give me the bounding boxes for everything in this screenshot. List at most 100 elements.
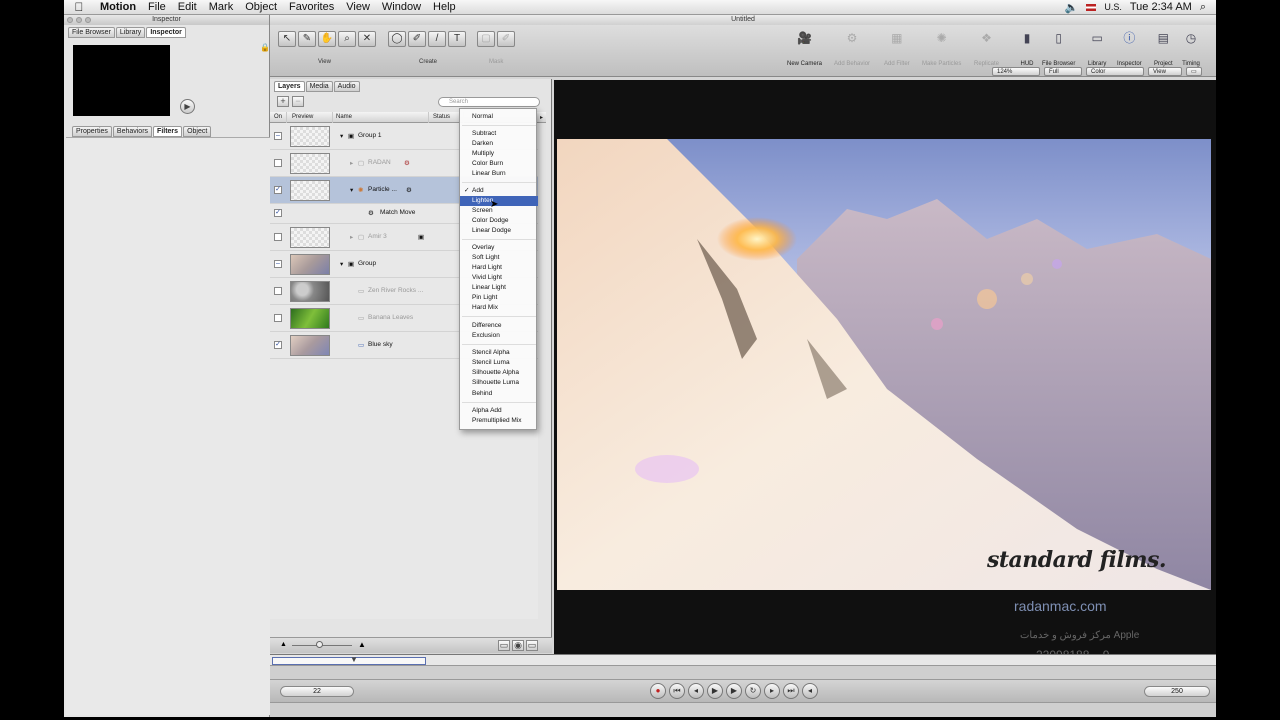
layer-name[interactable]: Group 1 bbox=[358, 132, 382, 139]
menu-object[interactable]: Object bbox=[239, 1, 283, 13]
layer-enable-checkbox[interactable] bbox=[274, 287, 282, 295]
tab-audio[interactable]: Audio bbox=[333, 81, 360, 92]
mask-rect-icon[interactable]: ▢ bbox=[477, 31, 495, 47]
tab-behaviors[interactable]: Behaviors bbox=[112, 126, 153, 137]
paint-tool-icon[interactable]: / bbox=[428, 31, 446, 47]
blend-screen[interactable]: Screen bbox=[460, 206, 538, 216]
tab-media[interactable]: Media bbox=[305, 81, 333, 92]
blend-color-burn[interactable]: Color Burn bbox=[460, 159, 538, 169]
blend-behind[interactable]: Behind bbox=[460, 389, 538, 399]
zoom-button[interactable] bbox=[85, 17, 91, 23]
step-forward-button[interactable]: ▸ bbox=[764, 683, 780, 699]
blend-alpha-add[interactable]: Alpha Add bbox=[460, 406, 538, 416]
layers-option-icon[interactable]: ▭ bbox=[526, 640, 538, 651]
close-button[interactable] bbox=[67, 17, 73, 23]
current-frame-field[interactable]: 22 bbox=[280, 686, 354, 697]
blend-linear-dodge[interactable]: Linear Dodge bbox=[460, 226, 538, 236]
tab-library[interactable]: Library bbox=[115, 27, 146, 38]
blend-stencil-alpha[interactable]: Stencil Alpha bbox=[460, 348, 538, 358]
blend-darken[interactable]: Darken bbox=[460, 139, 538, 149]
blend-pin-light[interactable]: Pin Light bbox=[460, 293, 538, 303]
resolution-popup[interactable]: Full bbox=[1044, 67, 1082, 76]
blend-vivid-light[interactable]: Vivid Light bbox=[460, 273, 538, 283]
zoom-popup[interactable]: 124% bbox=[992, 67, 1040, 76]
apple-menu-icon[interactable]:  bbox=[64, 0, 94, 14]
menu-file[interactable]: File bbox=[142, 1, 172, 13]
blend-hard-mix[interactable]: Hard Mix bbox=[460, 303, 538, 313]
blend-silhouette-alpha[interactable]: Silhouette Alpha bbox=[460, 368, 538, 378]
new-camera-button[interactable]: 🎥 New Camera bbox=[787, 29, 822, 67]
volume-icon[interactable]: 🔈 bbox=[1065, 1, 1079, 14]
input-source[interactable]: U.S. bbox=[1104, 2, 1122, 12]
menu-help[interactable]: Help bbox=[427, 1, 462, 13]
menu-edit[interactable]: Edit bbox=[172, 1, 203, 13]
menu-app[interactable]: Motion bbox=[94, 1, 142, 13]
minimize-button[interactable] bbox=[76, 17, 82, 23]
layout-popup-icon[interactable]: ▭ bbox=[1186, 67, 1202, 76]
add-behavior-button[interactable]: ⚙ Add Behavior bbox=[834, 29, 870, 67]
lock-icon[interactable]: 🔒 bbox=[260, 43, 270, 52]
layer-enable-checkbox[interactable] bbox=[274, 233, 282, 241]
blend-difference[interactable]: Difference bbox=[460, 321, 538, 331]
lock-icon[interactable]: ▣ bbox=[418, 233, 424, 241]
timing-button[interactable]: ◷ Timing bbox=[1182, 29, 1200, 67]
timeline-ruler[interactable]: ▼ bbox=[270, 655, 1216, 666]
remove-layer-button[interactable]: − bbox=[292, 96, 304, 107]
tab-object[interactable]: Object bbox=[183, 126, 212, 137]
layer-enable-checkbox[interactable]: ✓ bbox=[274, 341, 282, 349]
layer-name[interactable]: Particle ... bbox=[368, 186, 397, 193]
menu-favorites[interactable]: Favorites bbox=[283, 1, 340, 13]
col-preview[interactable]: Preview bbox=[292, 114, 313, 120]
blend-linear-light[interactable]: Linear Light bbox=[460, 283, 538, 293]
layer-enable-checkbox[interactable]: – bbox=[274, 132, 282, 140]
add-filter-button[interactable]: ▦ Add Filter bbox=[884, 29, 910, 67]
spotlight-icon[interactable]: ⌕ bbox=[1200, 1, 1206, 14]
preview-play-button[interactable]: ▶ bbox=[180, 99, 195, 114]
project-button[interactable]: ▤ Project bbox=[1154, 29, 1173, 67]
menu-window[interactable]: Window bbox=[376, 1, 427, 13]
blend-linear-burn[interactable]: Linear Burn bbox=[460, 169, 538, 179]
tab-properties[interactable]: Properties bbox=[72, 126, 112, 137]
blend-silhouette-luma[interactable]: Silhouette Luma bbox=[460, 378, 538, 388]
expand-columns-icon[interactable]: ▸ bbox=[540, 114, 543, 121]
layer-enable-checkbox[interactable]: – bbox=[274, 260, 282, 268]
hud-button[interactable]: ▮ HUD bbox=[1018, 29, 1036, 67]
blend-subtract[interactable]: Subtract bbox=[460, 129, 538, 139]
layer-enable-checkbox[interactable] bbox=[274, 314, 282, 322]
disclosure-triangle-icon[interactable]: ▾ bbox=[350, 186, 353, 194]
tab-layers[interactable]: Layers bbox=[274, 81, 305, 92]
layer-name[interactable]: Zen River Rocks ... bbox=[368, 287, 423, 294]
layer-name[interactable]: RADAN bbox=[368, 159, 391, 166]
go-to-start-button[interactable]: ⏮ bbox=[669, 683, 685, 699]
shape-tool-icon[interactable]: ◯ bbox=[388, 31, 406, 47]
zoom-tool-icon[interactable]: ⌕ bbox=[338, 31, 356, 47]
text-tool-icon[interactable]: T bbox=[448, 31, 466, 47]
layer-name[interactable]: Amir 3 bbox=[368, 233, 387, 240]
layer-search-input[interactable]: Search bbox=[438, 97, 540, 107]
blend-multiply[interactable]: Multiply bbox=[460, 149, 538, 159]
bezier-tool-icon[interactable]: ✐ bbox=[408, 31, 426, 47]
disclosure-triangle-icon[interactable]: ▸ bbox=[350, 233, 353, 241]
playhead-icon[interactable]: ▼ bbox=[350, 655, 358, 664]
layer-name[interactable]: Blue sky bbox=[368, 341, 393, 348]
make-particles-button[interactable]: ✺ Make Particles bbox=[922, 29, 961, 67]
play-button-alt[interactable]: ▶ bbox=[726, 683, 742, 699]
blend-soft-light[interactable]: Soft Light bbox=[460, 253, 538, 263]
replicate-button[interactable]: ❖ Replicate bbox=[974, 29, 999, 67]
inspector-button[interactable]: ⓘ Inspector bbox=[1117, 29, 1142, 67]
layers-option-icon[interactable]: ◉ bbox=[512, 640, 524, 651]
tab-filters[interactable]: Filters bbox=[153, 126, 183, 137]
menu-view[interactable]: View bbox=[340, 1, 376, 13]
menu-mark[interactable]: Mark bbox=[203, 1, 239, 13]
flag-icon[interactable] bbox=[1086, 3, 1097, 11]
blend-exclusion[interactable]: Exclusion bbox=[460, 331, 538, 341]
col-on[interactable]: On bbox=[274, 114, 282, 120]
channels-popup[interactable]: Color bbox=[1086, 67, 1144, 76]
blend-stencil-luma[interactable]: Stencil Luma bbox=[460, 358, 538, 368]
col-status[interactable]: Status bbox=[433, 114, 450, 120]
file-browser-button[interactable]: ▯ File Browser bbox=[1042, 29, 1075, 67]
go-to-end-button[interactable]: ⏭ bbox=[783, 683, 799, 699]
audio-button[interactable]: ◂ bbox=[802, 683, 818, 699]
pan-tool-icon[interactable]: ✋ bbox=[318, 31, 336, 47]
blend-color-dodge[interactable]: Color Dodge bbox=[460, 216, 538, 226]
